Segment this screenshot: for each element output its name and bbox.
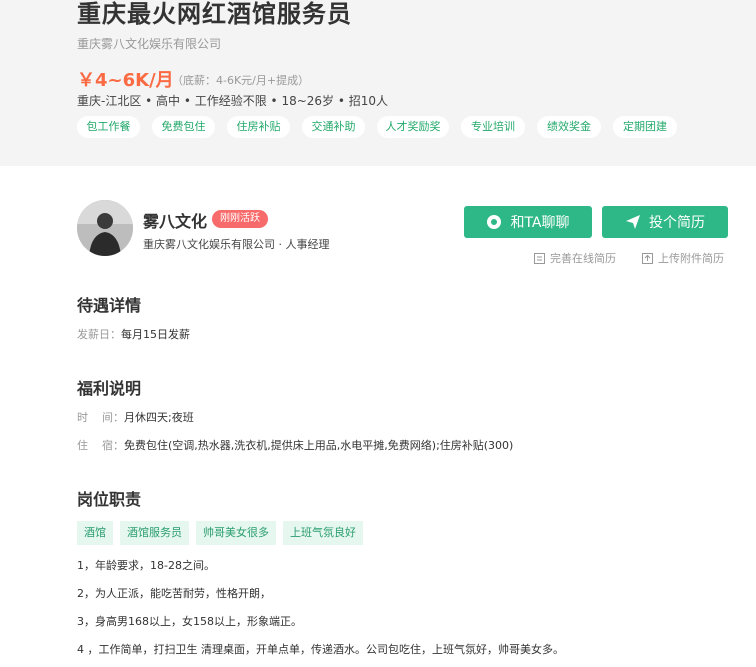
job-meta: 重庆-江北区 • 高中 • 工作经验不限 • 18~26岁 • 招10人 — [77, 94, 389, 108]
duty-tag: 酒馆服务员 — [120, 521, 189, 545]
upload-icon — [642, 252, 653, 264]
document-icon — [534, 252, 545, 264]
chat-icon — [487, 215, 502, 229]
pay-day-label: 发薪日： — [77, 328, 121, 341]
online-resume-link[interactable]: 完善在线简历 — [534, 250, 616, 266]
section-title-duties: 岗位职责 — [77, 490, 142, 509]
attach-resume-link[interactable]: 上传附件简历 — [642, 250, 724, 266]
pay-day-row: 发薪日：每月15日发薪 — [77, 326, 190, 342]
chat-button[interactable]: 和TA聊聊 — [464, 206, 592, 238]
duty-tags: 酒馆 酒馆服务员 帅哥美女很多 上班气氛良好 — [77, 521, 370, 545]
benefit-tag: 交通补助 — [302, 116, 365, 138]
salary: ￥4~6K/月 — [77, 70, 174, 91]
company-name[interactable]: 重庆雾八文化娱乐有限公司 — [77, 35, 221, 52]
duty-tag: 酒馆 — [77, 521, 113, 545]
submit-resume-label: 投个简历 — [649, 215, 705, 231]
chat-button-label: 和TA聊聊 — [510, 215, 570, 231]
duty-tag: 上班气氛良好 — [283, 521, 363, 545]
benefit-tag: 专业培训 — [461, 116, 525, 138]
time-value: 月休四天;夜班 — [124, 411, 194, 424]
stay-value: 免费包住(空调,热水器,洗衣机,提供床上用品,水电平摊,免费网络);住房补贴(3… — [124, 439, 514, 452]
stay-label: 住 宿： — [77, 439, 124, 452]
benefit-tag: 定期团建 — [613, 116, 677, 138]
stay-row: 住 宿：免费包住(空调,热水器,洗衣机,提供床上用品,水电平摊,免费网络);住房… — [77, 437, 513, 453]
recruiter-info: 重庆雾八文化娱乐有限公司 · 人事经理 — [143, 238, 330, 251]
pay-day-value: 每月15日发薪 — [121, 328, 190, 341]
duty-line: 2，为人正派，能吃苦耐劳，性格开朗， — [77, 587, 271, 600]
attach-resume-label: 上传附件简历 — [658, 252, 724, 265]
send-icon — [626, 215, 640, 229]
time-row: 时 间：月休四天;夜班 — [77, 409, 194, 425]
recruiter-name: 雾八文化 — [143, 212, 208, 231]
benefit-tags: 包工作餐 免费包住 住房补贴 交通补助 人才奖励奖 专业培训 绩效奖金 定期团建 — [77, 116, 689, 138]
benefit-tag: 免费包住 — [152, 116, 215, 138]
active-badge: 刚刚活跃 — [212, 210, 268, 228]
job-title: 重庆最火网红酒馆服务员 — [77, 0, 352, 28]
duty-tag: 帅哥美女很多 — [196, 521, 276, 545]
section-title-welfare: 福利说明 — [77, 379, 142, 398]
time-label: 时 间： — [77, 411, 124, 424]
online-resume-label: 完善在线简历 — [550, 252, 616, 265]
benefit-tag: 人才奖励奖 — [377, 116, 449, 138]
avatar-photo-icon — [77, 200, 133, 256]
duty-line: 1，年龄要求，18-28之间。 — [77, 559, 215, 572]
submit-resume-button[interactable]: 投个简历 — [602, 206, 728, 238]
salary-note: （底薪：4-6K元/月+提成） — [172, 74, 310, 87]
job-header: 重庆最火网红酒馆服务员 重庆雾八文化娱乐有限公司 ￥4~6K/月 （底薪：4-6… — [0, 0, 756, 166]
benefit-tag: 绩效奖金 — [537, 116, 601, 138]
benefit-tag: 包工作餐 — [77, 116, 140, 138]
section-title-benefits: 待遇详情 — [77, 296, 142, 315]
benefit-tag: 住房补贴 — [227, 116, 290, 138]
duty-line: 3，身高男168以上，女158以上，形象端正。 — [77, 615, 302, 628]
avatar[interactable] — [77, 200, 133, 256]
duty-line: 4 ，工作简单，打扫卫生 清理桌面，开单点单，传递酒水。公司包吃住，上班气氛好，… — [77, 643, 564, 656]
